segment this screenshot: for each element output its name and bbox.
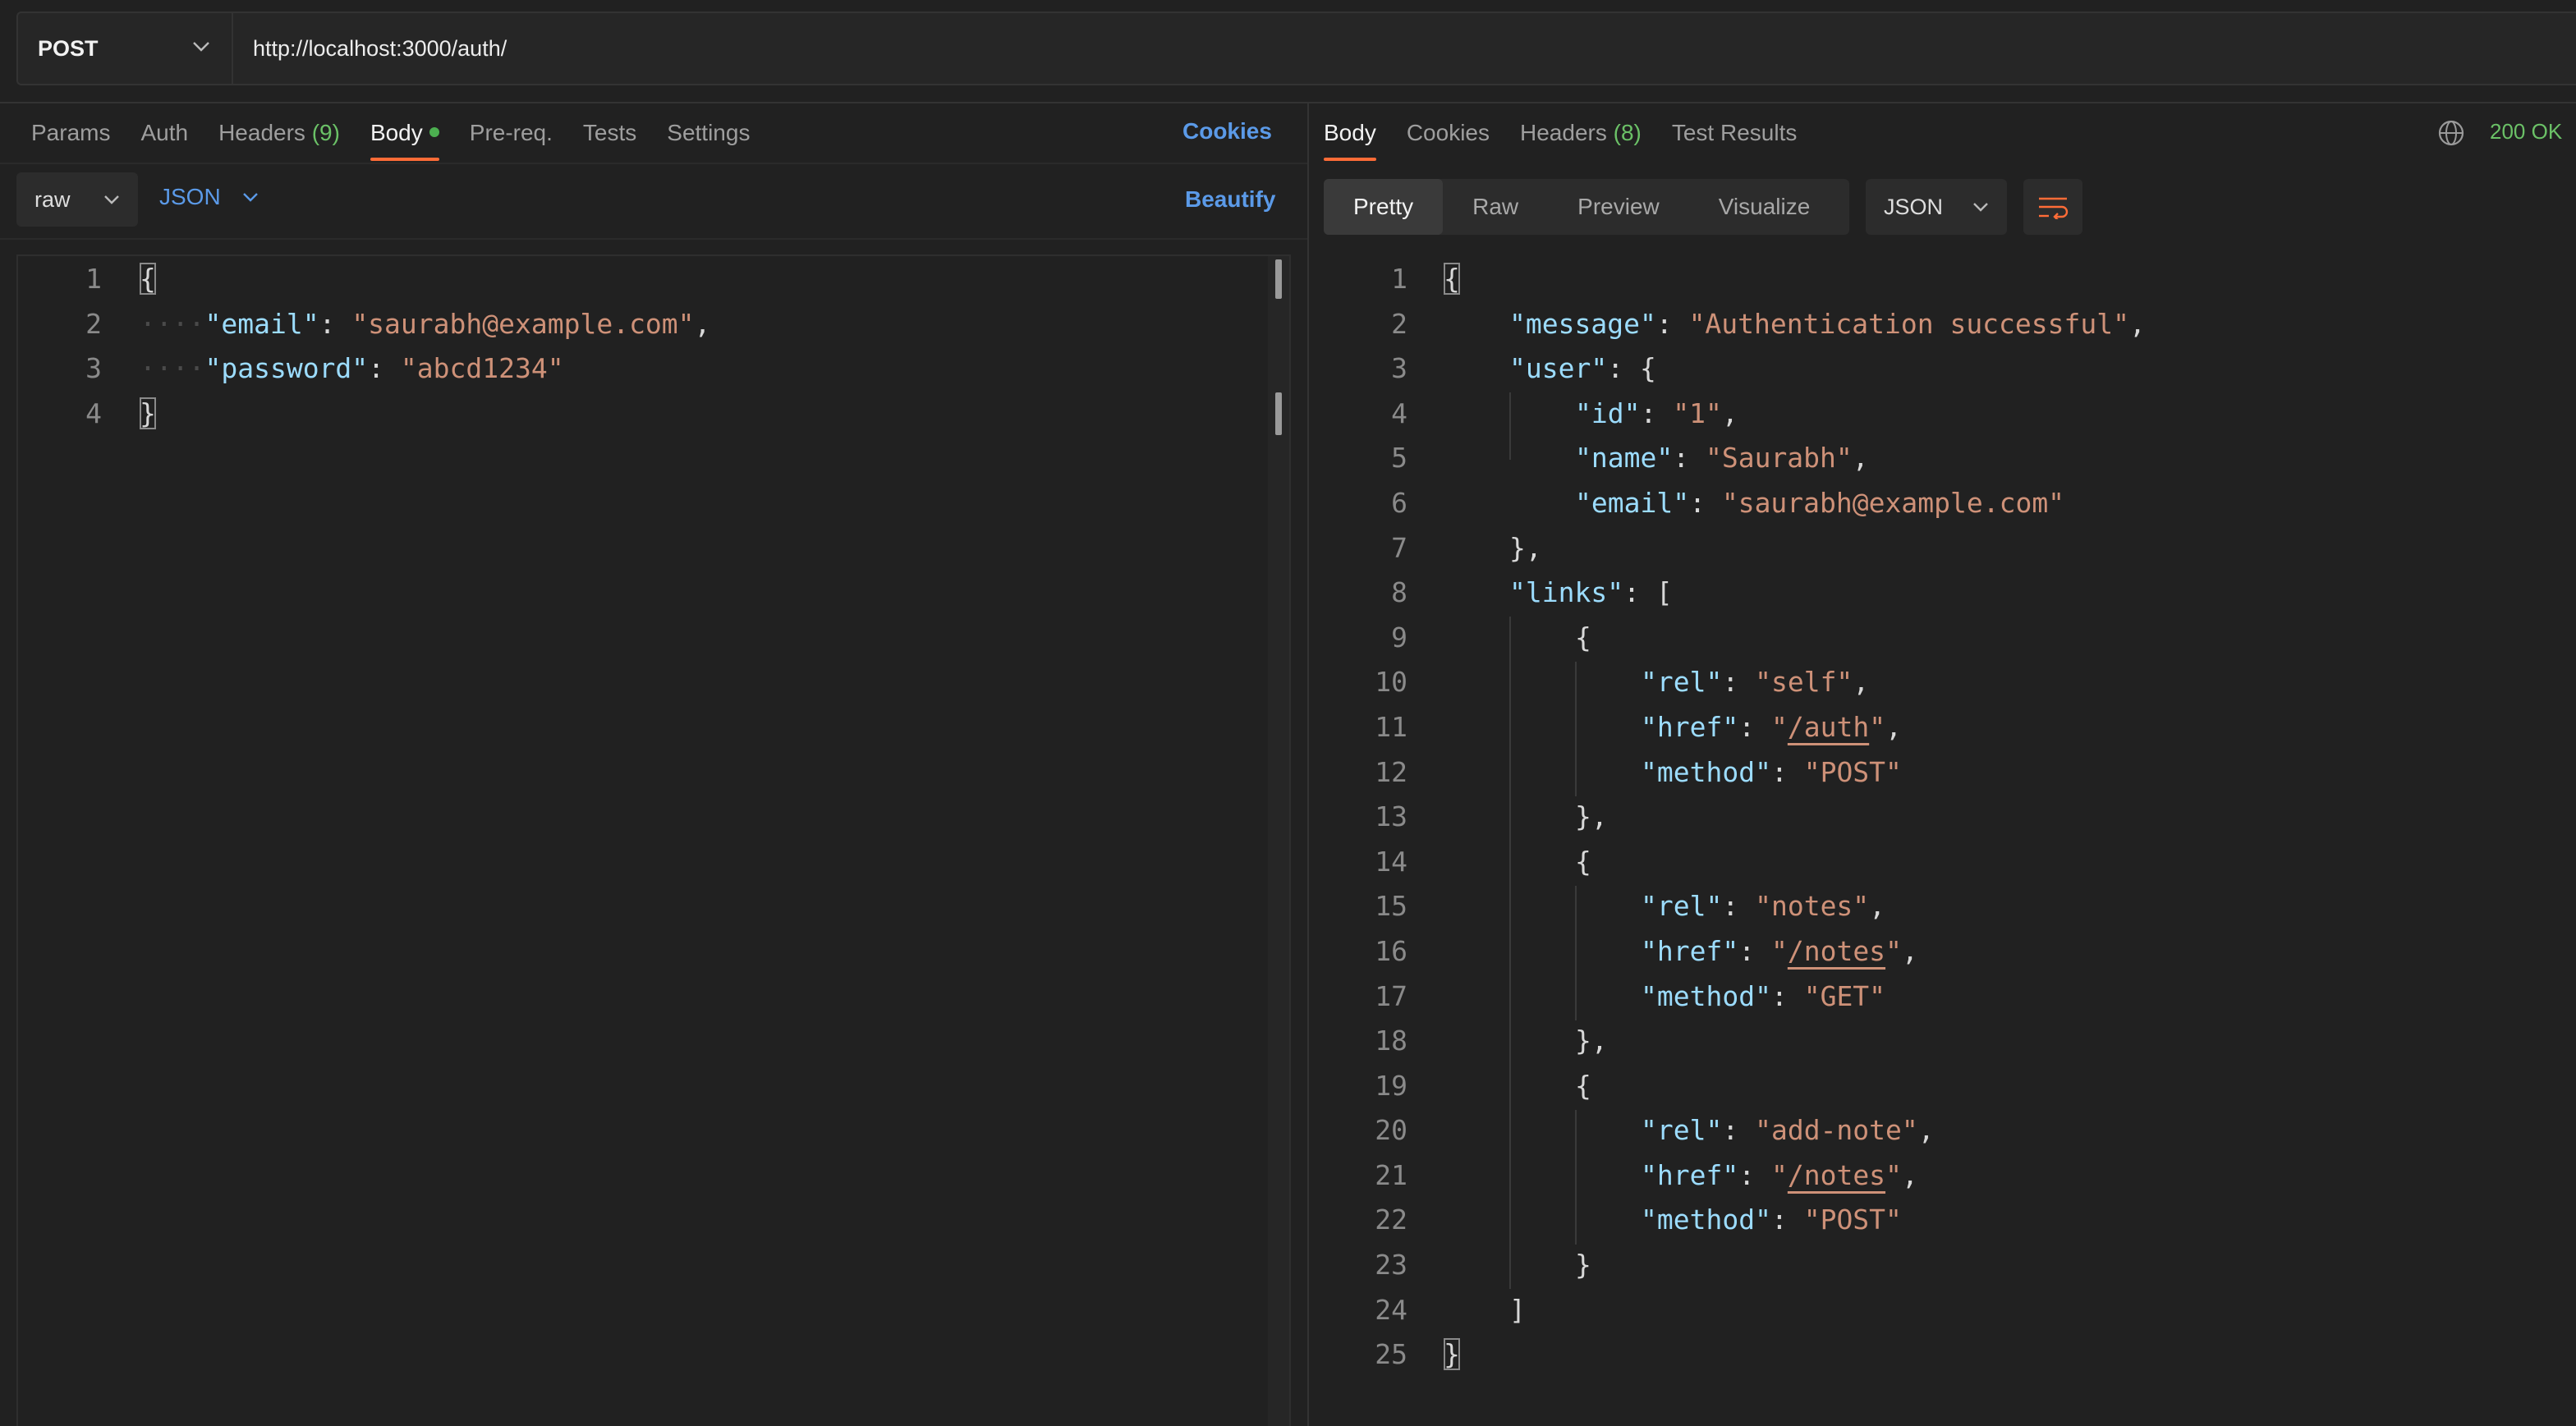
globe-icon[interactable] <box>2437 119 2465 147</box>
tab-params[interactable]: Params <box>31 120 110 146</box>
tab-response-body[interactable]: Body <box>1324 120 1376 161</box>
scroll-thumb[interactable] <box>1275 392 1282 435</box>
code-line: "id": "1", <box>1575 397 1738 429</box>
tab-settings[interactable]: Settings <box>667 120 750 146</box>
code-line: "method": "GET" <box>1641 979 1886 1012</box>
code-line: "email": "saurabh@example.com", <box>204 307 711 340</box>
code-line: "href": "/notes", <box>1641 934 1918 967</box>
code-line: "rel": "notes", <box>1641 890 1886 923</box>
chevron-down-icon <box>104 195 119 204</box>
chevron-down-icon <box>1973 203 1988 212</box>
body-language-label: JSON <box>159 184 221 209</box>
pane-divider[interactable] <box>1307 102 1309 1426</box>
response-view-switch: Pretty Raw Preview Visualize <box>1324 179 1849 235</box>
request-line-numbers: 1 2 3 4 <box>85 263 102 429</box>
response-format-label: JSON <box>1884 194 1944 219</box>
code-line: "user": { <box>1509 352 1656 385</box>
method-selector[interactable]: POST <box>18 13 233 84</box>
url-input[interactable]: http://localhost:3000/auth/ <box>233 13 2576 84</box>
tab-response-cookies[interactable]: Cookies <box>1407 120 1490 146</box>
view-preview[interactable]: Preview <box>1548 179 1689 235</box>
code-line: ] <box>1509 1293 1526 1326</box>
code-line: }, <box>1575 1025 1608 1057</box>
tab-auth[interactable]: Auth <box>140 120 188 146</box>
code-line: "rel": "add-note", <box>1641 1114 1935 1147</box>
body-language-dropdown[interactable]: JSON <box>159 184 259 210</box>
response-line-numbers: 12 34 56 78 9 10 11 12 13 14 15 16 17 18 19 20… <box>1375 263 1407 1371</box>
code-line: }, <box>1575 800 1608 833</box>
code-line: "email": "saurabh@example.com" <box>1575 486 2065 519</box>
code-line: "name": "Saurabh", <box>1575 442 1869 475</box>
divider <box>0 102 2576 103</box>
code-line: { <box>1444 263 1460 295</box>
response-format-dropdown[interactable]: JSON <box>1866 179 2007 235</box>
chevron-down-icon <box>193 42 209 52</box>
tab-test-results[interactable]: Test Results <box>1672 120 1798 146</box>
wrap-lines-icon <box>2039 197 2069 219</box>
view-raw[interactable]: Raw <box>1443 179 1548 235</box>
code-line: { <box>1575 621 1591 653</box>
code-line: } <box>1575 1249 1591 1282</box>
response-code: { "message": "Authentication successful"… <box>1444 257 2146 1378</box>
code-line: "message": "Authentication successful", <box>1509 307 2146 340</box>
code-line: "method": "POST" <box>1641 1204 1902 1236</box>
chevron-down-icon <box>242 193 258 202</box>
tab-pre-request[interactable]: Pre-req. <box>470 120 553 146</box>
divider <box>0 238 1307 240</box>
code-line: "rel": "self", <box>1641 666 1870 699</box>
tab-tests[interactable]: Tests <box>583 120 636 146</box>
body-mode-dropdown[interactable]: raw <box>16 172 138 227</box>
code-line: "href": "/notes", <box>1641 1158 1918 1191</box>
code-line: "links": [ <box>1509 576 1673 609</box>
scroll-thumb[interactable] <box>1275 259 1282 299</box>
response-tabs: Body Cookies Headers (8) Test Results <box>1324 117 1827 161</box>
view-visualize[interactable]: Visualize <box>1689 179 1840 235</box>
body-mode-label: raw <box>34 186 71 212</box>
code-line: "password": "abcd1234" <box>204 352 564 385</box>
modified-dot-icon <box>429 126 439 137</box>
beautify-button[interactable]: Beautify <box>1185 186 1275 213</box>
status-badge[interactable]: 200 OK <box>2490 119 2562 144</box>
code-line: "href": "/auth", <box>1641 710 1902 743</box>
wrap-lines-button[interactable] <box>2023 179 2082 235</box>
tab-body[interactable]: Body <box>370 120 439 161</box>
code-line: { <box>1575 845 1591 878</box>
cookies-link[interactable]: Cookies <box>1182 118 1272 144</box>
code-line: } <box>1444 1338 1460 1371</box>
tab-response-headers[interactable]: Headers (8) <box>1520 120 1642 146</box>
request-tabs: Params Auth Headers (9) Body Pre-req. Te… <box>31 117 780 161</box>
request-url-bar: POST http://localhost:3000/auth/ <box>16 11 2576 85</box>
code-line: { <box>1575 1069 1591 1102</box>
headers-count: (8) <box>1613 120 1642 145</box>
view-pretty[interactable]: Pretty <box>1324 179 1444 235</box>
code-line: } <box>140 397 156 429</box>
code-line: }, <box>1509 531 1542 564</box>
request-code: { ····"email": "saurabh@example.com", ··… <box>140 263 711 429</box>
headers-count: (9) <box>311 120 340 145</box>
tab-headers[interactable]: Headers (9) <box>218 120 340 146</box>
method-label: POST <box>38 35 99 61</box>
code-line: { <box>140 263 156 295</box>
code-line: "method": "POST" <box>1641 755 1902 788</box>
divider <box>0 163 1307 164</box>
